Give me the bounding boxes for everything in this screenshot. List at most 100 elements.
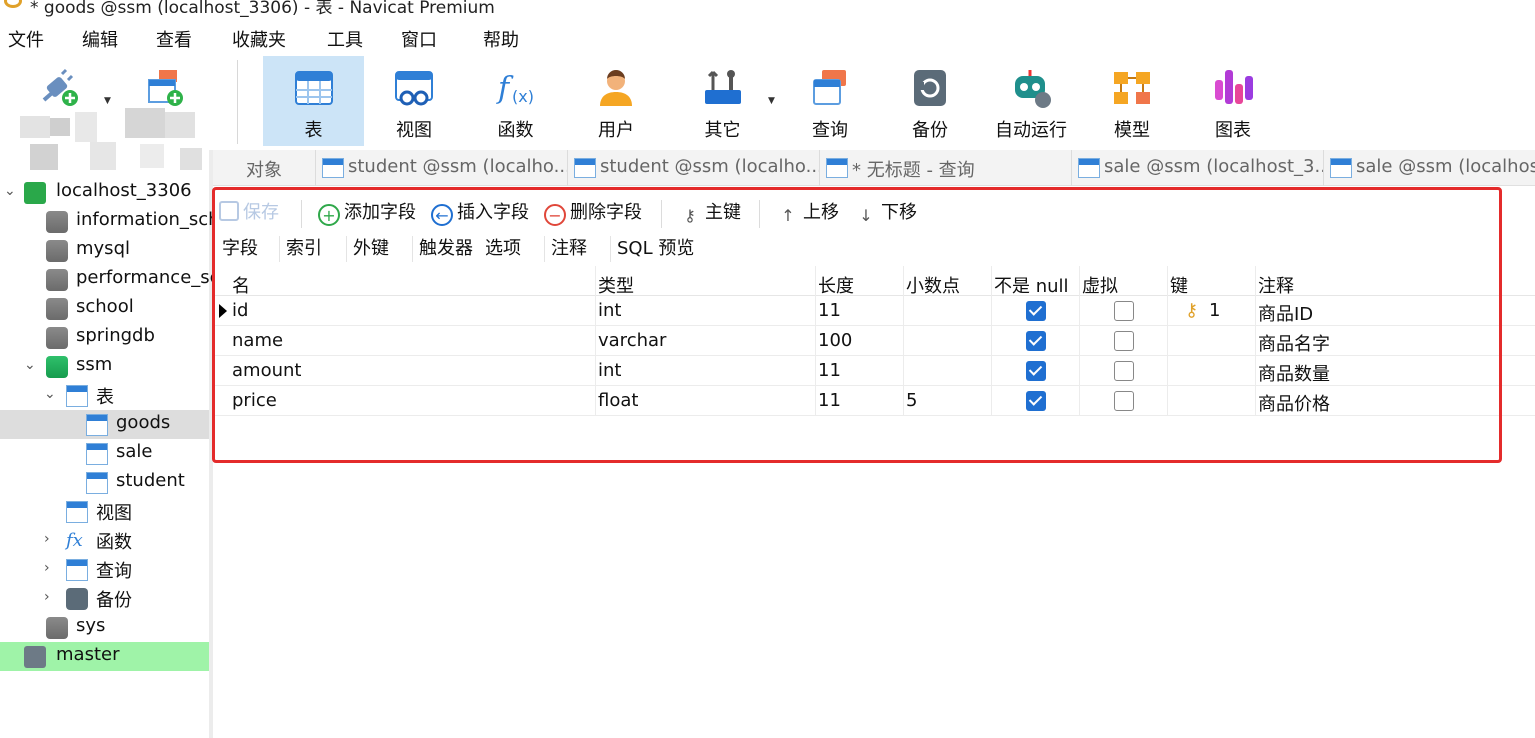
menu-view[interactable]: 查看 <box>156 26 192 52</box>
subtab-comment[interactable]: 注释 <box>551 234 587 260</box>
chevron-down-icon[interactable]: ⌄ <box>44 386 56 402</box>
add-field-button[interactable]: + 添加字段 <box>318 198 416 226</box>
virtual-checkbox[interactable] <box>1114 301 1134 321</box>
not-null-checkbox[interactable] <box>1026 301 1046 321</box>
chevron-right-icon[interactable]: › <box>44 560 50 576</box>
menu-file[interactable]: 文件 <box>8 26 44 52</box>
tree-ssm-backup[interactable]: › 备份 <box>0 584 209 613</box>
field-length-cell[interactable]: 100 <box>818 330 852 351</box>
tab-student-2[interactable]: student @ssm (localho... <box>568 150 820 186</box>
menu-window[interactable]: 窗口 <box>401 26 437 52</box>
col-decimals[interactable]: 小数点 <box>906 272 960 298</box>
tree-table-goods[interactable]: goods <box>0 410 209 439</box>
col-virtual[interactable]: 虚拟 <box>1082 272 1118 298</box>
toolbar-backup-button[interactable]: 备份 <box>880 56 980 146</box>
tree-db-information-schema[interactable]: information_sch <box>0 207 220 236</box>
field-comment-cell[interactable]: 商品ID <box>1258 300 1313 326</box>
other-dropdown-icon[interactable]: ▼ <box>768 96 775 106</box>
tree-db-school[interactable]: school <box>0 294 209 323</box>
table-row[interactable]: name varchar 100 商品名字 <box>213 326 1535 356</box>
tree-table-sale[interactable]: sale <box>0 439 209 468</box>
move-up-button[interactable]: ↑ 上移 <box>777 198 839 228</box>
col-not-null[interactable]: 不是 null <box>994 272 1069 298</box>
toolbar-user-button[interactable]: 用户 <box>566 56 666 146</box>
field-length-cell[interactable]: 11 <box>818 360 841 381</box>
col-name[interactable]: 名 <box>232 272 250 298</box>
menu-help[interactable]: 帮助 <box>483 26 519 52</box>
subtab-options[interactable]: 选项 <box>485 234 521 260</box>
chevron-down-icon[interactable]: ⌄ <box>4 183 16 199</box>
toolbar-view-button[interactable]: 视图 <box>364 56 464 146</box>
menu-tools[interactable]: 工具 <box>327 26 363 52</box>
field-name-cell[interactable]: amount <box>232 360 301 381</box>
tree-ssm-functions[interactable]: › fx 函数 <box>0 526 209 555</box>
tree-db-sys[interactable]: sys <box>0 613 209 642</box>
tab-sale-2[interactable]: sale @ssm (localhost <box>1324 150 1535 186</box>
chevron-down-icon[interactable]: ⌄ <box>24 357 36 373</box>
chevron-right-icon[interactable]: › <box>44 589 50 605</box>
field-type-cell[interactable]: float <box>598 390 638 411</box>
chevron-right-icon[interactable]: › <box>44 531 50 547</box>
table-row[interactable]: id int 11 ⚷ 1 商品ID <box>213 296 1535 326</box>
menu-edit[interactable]: 编辑 <box>82 26 118 52</box>
insert-field-button[interactable]: ← 插入字段 <box>431 198 529 226</box>
field-length-cell[interactable]: 11 <box>818 390 841 411</box>
subtab-indexes[interactable]: 索引 <box>286 234 322 260</box>
tab-student-1[interactable]: student @ssm (localho... <box>316 150 568 186</box>
not-null-checkbox[interactable] <box>1026 391 1046 411</box>
toolbar-model-button[interactable]: 模型 <box>1082 56 1182 146</box>
field-decimals-cell[interactable]: 5 <box>906 390 917 411</box>
field-name-cell[interactable]: price <box>232 390 277 411</box>
view-icon <box>395 71 433 106</box>
field-type-cell[interactable]: int <box>598 300 621 321</box>
col-key[interactable]: 键 <box>1170 272 1188 298</box>
tree-ssm-views[interactable]: 视图 <box>0 497 209 526</box>
field-type-cell[interactable]: varchar <box>598 330 666 351</box>
tree-db-performance-schema[interactable]: performance_sc <box>0 265 220 294</box>
delete-field-button[interactable]: − 删除字段 <box>544 198 642 226</box>
subtab-sql-preview[interactable]: SQL 预览 <box>617 234 694 260</box>
field-type-cell[interactable]: int <box>598 360 621 381</box>
field-length-cell[interactable]: 11 <box>818 300 841 321</box>
field-name-cell[interactable]: name <box>232 330 283 351</box>
tree-connection-master[interactable]: master <box>0 642 209 671</box>
field-name-cell[interactable]: id <box>232 300 248 321</box>
col-type[interactable]: 类型 <box>598 272 634 298</box>
save-button[interactable]: 保存 <box>219 198 279 224</box>
toolbar-query-button[interactable]: 查询 <box>780 56 880 146</box>
col-length[interactable]: 长度 <box>818 272 854 298</box>
toolbar-automation-button[interactable]: 自动运行 <box>980 56 1082 146</box>
tab-untitled-query[interactable]: * 无标题 - 查询 <box>820 150 1072 186</box>
field-comment-cell[interactable]: 商品数量 <box>1258 360 1330 386</box>
not-null-checkbox[interactable] <box>1026 361 1046 381</box>
tree-db-springdb[interactable]: springdb <box>0 323 209 352</box>
table-row[interactable]: amount int 11 商品数量 <box>213 356 1535 386</box>
tree-ssm-queries[interactable]: › 查询 <box>0 555 209 584</box>
tree-db-mysql[interactable]: mysql <box>0 236 209 265</box>
virtual-checkbox[interactable] <box>1114 331 1134 351</box>
move-down-button[interactable]: ↓ 下移 <box>855 198 917 228</box>
tree-table-student[interactable]: student <box>0 468 209 497</box>
toolbar-other-button[interactable]: 其它 <box>677 56 768 146</box>
tree-db-ssm[interactable]: ⌄ ssm <box>0 352 209 381</box>
menu-favorites[interactable]: 收藏夹 <box>232 26 286 52</box>
table-row[interactable]: price float 11 5 商品价格 <box>213 386 1535 416</box>
connection-dropdown-icon[interactable]: ▼ <box>104 96 111 106</box>
subtab-fields[interactable]: 字段 <box>222 234 258 260</box>
tab-objects[interactable]: 对象 <box>213 150 316 186</box>
virtual-checkbox[interactable] <box>1114 391 1134 411</box>
field-comment-cell[interactable]: 商品价格 <box>1258 390 1330 416</box>
field-comment-cell[interactable]: 商品名字 <box>1258 330 1330 356</box>
toolbar-function-button[interactable]: f (x) 函数 <box>465 56 566 146</box>
not-null-checkbox[interactable] <box>1026 331 1046 351</box>
col-comment[interactable]: 注释 <box>1258 272 1294 298</box>
toolbar-chart-button[interactable]: 图表 <box>1183 56 1283 146</box>
tree-ssm-tables[interactable]: ⌄ 表 <box>0 381 209 410</box>
subtab-triggers[interactable]: 触发器 <box>419 234 473 260</box>
toolbar-table-button[interactable]: 表 <box>263 56 364 146</box>
subtab-foreign-keys[interactable]: 外键 <box>353 234 389 260</box>
primary-key-button[interactable]: ⚷ 主键 <box>679 198 741 228</box>
tab-sale-1[interactable]: sale @ssm (localhost_3... <box>1072 150 1324 186</box>
virtual-checkbox[interactable] <box>1114 361 1134 381</box>
tree-connection-localhost[interactable]: ⌄ localhost_3306 <box>0 178 209 207</box>
